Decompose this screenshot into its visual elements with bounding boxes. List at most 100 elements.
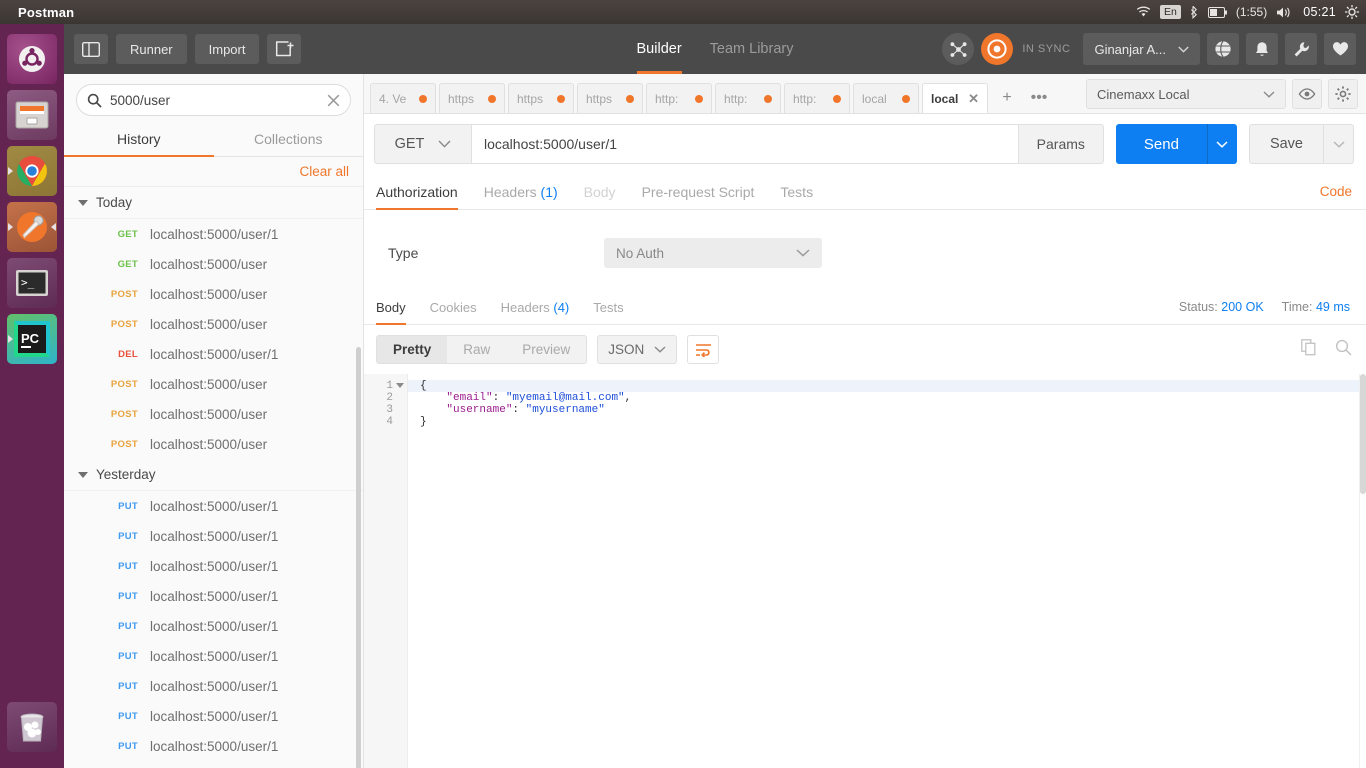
history-item[interactable]: PUT localhost:5000/user/1 [64, 611, 363, 641]
response-body-code[interactable]: { "email": "myemail@mail.com", "username… [408, 374, 1366, 768]
http-method-select[interactable]: GET [374, 124, 472, 164]
power-gear-icon[interactable] [1345, 5, 1359, 19]
import-button[interactable]: Import [194, 34, 260, 64]
history-item[interactable]: POST localhost:5000/user [64, 429, 363, 459]
line-number: 1 [364, 380, 407, 392]
history-item[interactable]: PUT localhost:5000/user/1 [64, 701, 363, 731]
response-body-viewer[interactable]: 1234 { "email": "myemail@mail.com", "use… [364, 374, 1366, 768]
clear-all-button[interactable]: Clear all [299, 164, 349, 179]
history-item[interactable]: PUT localhost:5000/user/1 [64, 581, 363, 611]
history-item[interactable]: PUT localhost:5000/user/1 [64, 641, 363, 671]
request-subtab-authorization[interactable]: Authorization [376, 174, 458, 210]
search-box[interactable] [76, 84, 351, 116]
clock[interactable]: 05:21 [1303, 5, 1336, 19]
nav-tab-builder[interactable]: Builder [636, 24, 682, 74]
send-button[interactable]: Send [1115, 124, 1207, 164]
battery-icon[interactable] [1207, 6, 1227, 18]
new-tab-button[interactable] [267, 34, 302, 64]
close-icon[interactable]: ✕ [968, 91, 979, 107]
fold-caret-icon[interactable] [396, 383, 404, 388]
history-item[interactable]: PUT localhost:5000/user/1 [64, 731, 363, 761]
search-input[interactable] [110, 92, 327, 108]
history-item[interactable]: PUT localhost:5000/user/1 [64, 671, 363, 701]
history-item[interactable]: GET localhost:5000/user/1 [64, 219, 363, 249]
response-view-mode-pretty[interactable]: Pretty [377, 336, 448, 363]
history-group-header[interactable]: Today [64, 187, 363, 219]
sidebar-toggle-button[interactable] [74, 34, 108, 64]
search-icon[interactable] [1335, 339, 1352, 361]
response-scrollbar[interactable] [1359, 374, 1366, 768]
history-list[interactable]: Today GET localhost:5000/user/1 GET localhos… [64, 187, 363, 768]
request-tab[interactable]: 4. Ve [370, 83, 436, 113]
add-request-tab-button[interactable]: + [991, 83, 1023, 113]
terminal-icon[interactable]: >_ [7, 258, 57, 308]
response-tab-tests[interactable]: Tests [593, 290, 623, 324]
request-tab[interactable]: local [853, 83, 919, 113]
eye-icon[interactable] [1292, 79, 1322, 109]
interceptor-icon[interactable] [942, 33, 975, 65]
heart-icon[interactable] [1324, 33, 1356, 65]
save-options-button[interactable] [1324, 124, 1354, 164]
request-url-input[interactable] [472, 124, 1019, 164]
response-tab-cookies[interactable]: Cookies [430, 290, 477, 324]
user-account-dropdown[interactable]: Ginanjar A... [1083, 33, 1200, 65]
history-item[interactable]: POST localhost:5000/user [64, 309, 363, 339]
volume-icon[interactable] [1276, 6, 1294, 19]
trash-icon[interactable] [7, 702, 57, 752]
history-item[interactable]: POST localhost:5000/user [64, 279, 363, 309]
copy-icon[interactable] [1301, 338, 1317, 361]
save-button[interactable]: Save [1248, 124, 1324, 164]
wrench-icon[interactable] [1285, 33, 1317, 65]
request-subtab-pre-request-script[interactable]: Pre-request Script [642, 174, 755, 209]
request-tab[interactable]: https [577, 83, 643, 113]
runner-button[interactable]: Runner [116, 34, 187, 64]
response-view-mode-preview[interactable]: Preview [506, 336, 586, 363]
postman-orb-icon[interactable] [981, 33, 1014, 65]
request-tab[interactable]: https [508, 83, 574, 113]
word-wrap-icon[interactable] [687, 335, 720, 364]
code-link[interactable]: Code [1320, 184, 1366, 199]
bluetooth-icon[interactable] [1190, 5, 1199, 19]
bell-icon[interactable] [1246, 33, 1278, 65]
wifi-icon[interactable] [1136, 6, 1151, 18]
files-icon[interactable] [7, 90, 57, 140]
sidebar-scrollbar[interactable] [356, 347, 361, 768]
request-tab[interactable]: local ✕ [922, 83, 988, 113]
sidebar-tab-collections[interactable]: Collections [214, 122, 364, 156]
request-subtab-tests[interactable]: Tests [780, 174, 813, 209]
response-tab-body[interactable]: Body [376, 290, 406, 325]
history-item[interactable]: POST localhost:5000/user [64, 369, 363, 399]
history-group-header[interactable]: Yesterday [64, 459, 363, 491]
request-subtab-body[interactable]: Body [584, 174, 616, 209]
history-item[interactable]: PUT localhost:5000/user/1 [64, 551, 363, 581]
request-tab[interactable]: http: [784, 83, 850, 113]
response-view-mode-raw[interactable]: Raw [447, 336, 506, 363]
history-item[interactable]: PUT localhost:5000/user/1 [64, 521, 363, 551]
pycharm-icon[interactable]: PC [7, 314, 57, 364]
response-tab-label: Headers [500, 300, 550, 315]
request-tabs-more-button[interactable]: ••• [1023, 83, 1055, 113]
keyboard-layout-indicator[interactable]: En [1160, 5, 1181, 19]
request-tab[interactable]: https [439, 83, 505, 113]
request-tab[interactable]: http: [646, 83, 712, 113]
history-item[interactable]: GET localhost:5000/user [64, 249, 363, 279]
params-button[interactable]: Params [1018, 124, 1104, 164]
nav-tab-team-library[interactable]: Team Library [710, 24, 794, 74]
clear-search-icon[interactable] [327, 94, 340, 107]
history-item[interactable]: POST localhost:5000/user [64, 399, 363, 429]
environment-select[interactable]: Cinemaxx Local [1086, 79, 1286, 109]
gear-icon[interactable] [1328, 79, 1358, 109]
chrome-icon[interactable] [7, 146, 57, 196]
request-subtab-headers[interactable]: Headers (1) [484, 174, 558, 209]
auth-type-select[interactable]: No Auth [604, 238, 822, 268]
send-options-button[interactable] [1206, 124, 1237, 164]
history-item[interactable]: DEL localhost:5000/user/1 [64, 339, 363, 369]
sidebar-tab-history[interactable]: History [64, 122, 214, 157]
postman-icon[interactable] [7, 202, 57, 252]
ubuntu-dash-icon[interactable] [7, 34, 57, 84]
request-tab[interactable]: http: [715, 83, 781, 113]
history-item[interactable]: PUT localhost:5000/user/1 [64, 491, 363, 521]
response-tab-headers[interactable]: Headers (4) [501, 290, 570, 324]
globe-icon[interactable] [1207, 33, 1239, 65]
response-format-select[interactable]: JSON [597, 335, 678, 364]
